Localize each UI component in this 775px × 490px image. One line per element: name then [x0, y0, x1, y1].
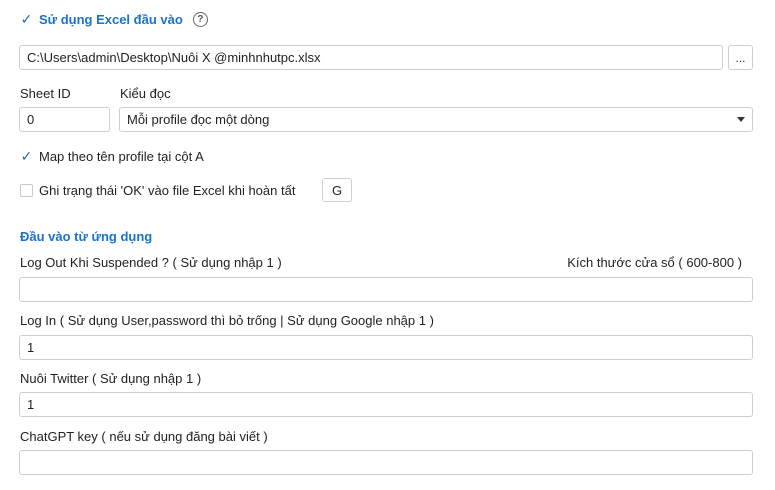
window-size-label: Kích thước cửa sổ ( 600-800 ) [567, 255, 742, 270]
write-ok-checkbox[interactable] [20, 184, 33, 197]
map-profile-label: Map theo tên profile tại cột A [39, 149, 204, 164]
chatgpt-key-input[interactable] [19, 450, 753, 475]
sheet-id-input[interactable] [19, 107, 110, 132]
write-ok-label: Ghi trạng thái 'OK' vào file Excel khi h… [39, 183, 296, 198]
twitter-input[interactable] [19, 392, 753, 417]
checkmark-icon: ✓ [20, 11, 33, 27]
write-ok-row[interactable]: Ghi trạng thái 'OK' vào file Excel khi h… [20, 183, 295, 198]
login-input[interactable] [19, 335, 753, 360]
read-mode-select[interactable]: Mỗi profile đọc một dòng [119, 107, 753, 132]
use-excel-checkbox[interactable]: ✓ [20, 11, 33, 27]
map-profile-row[interactable]: ✓ Map theo tên profile tại cột A [20, 149, 204, 164]
chevron-down-icon [737, 117, 745, 122]
read-mode-label: Kiểu đọc [120, 86, 171, 101]
excel-file-path-input[interactable] [19, 45, 723, 70]
read-mode-selected-value: Mỗi profile đọc một dòng [127, 112, 270, 127]
login-label: Log In ( Sử dụng User,password thì bỏ tr… [20, 313, 434, 328]
logout-label: Log Out Khi Suspended ? ( Sử dụng nhập 1… [20, 255, 282, 270]
map-profile-checkbox[interactable]: ✓ [20, 148, 33, 164]
use-excel-label: Sử dụng Excel đầu vào [39, 12, 183, 27]
ok-column-input[interactable] [322, 178, 352, 202]
help-icon[interactable]: ? [192, 12, 208, 27]
logout-input[interactable] [19, 277, 753, 302]
twitter-label: Nuôi Twitter ( Sử dụng nhập 1 ) [20, 371, 202, 386]
use-excel-row[interactable]: ✓ Sử dụng Excel đầu vào ? [20, 12, 208, 27]
app-input-section-title: Đầu vào từ ứng dụng [20, 229, 153, 244]
checkmark-icon: ✓ [20, 148, 33, 164]
sheet-id-label: Sheet ID [20, 86, 71, 101]
chatgpt-key-label: ChatGPT key ( nếu sử dụng đăng bài viết … [20, 429, 268, 444]
browse-file-button[interactable]: ... [728, 45, 753, 70]
